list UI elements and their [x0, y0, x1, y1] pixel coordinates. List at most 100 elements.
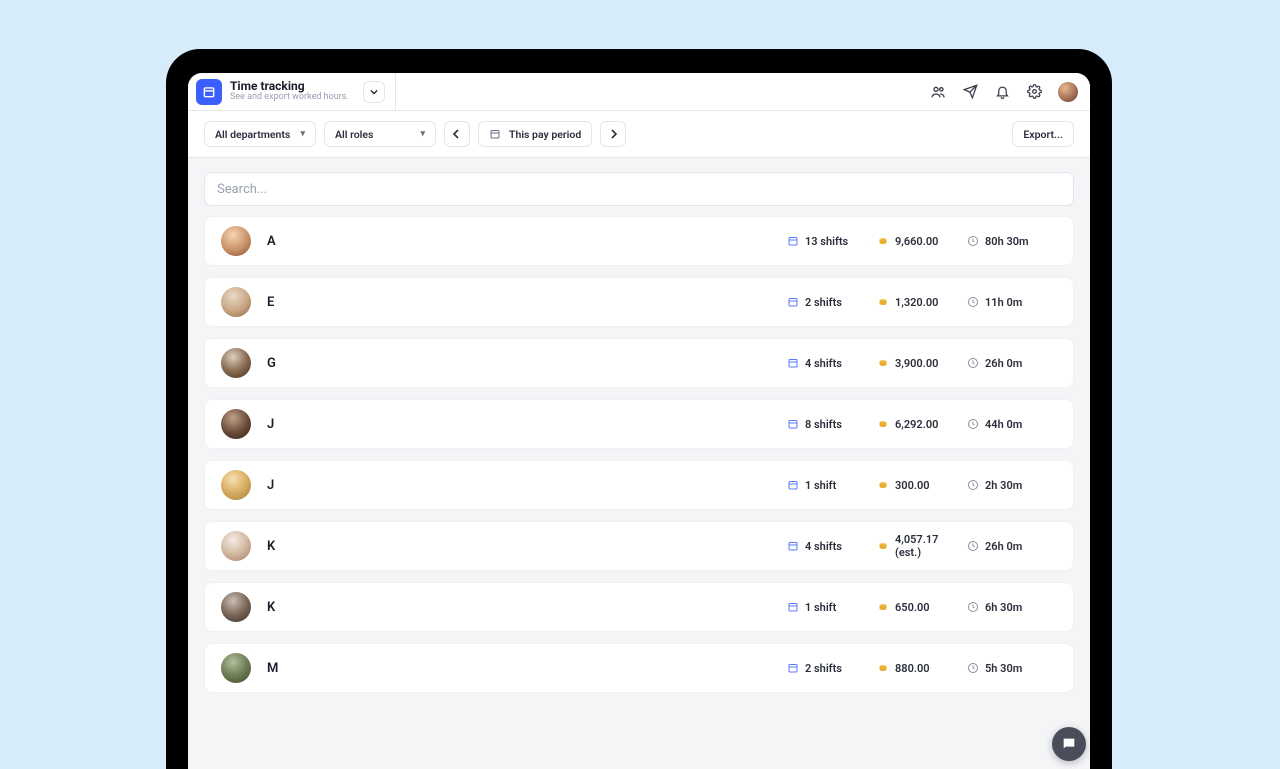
employee-row[interactable]: G4 shifts3,900.0026h 0m: [204, 338, 1074, 388]
hours-stat: 6h 30m: [967, 601, 1057, 614]
calendar-icon: [787, 479, 799, 491]
coins-icon: [877, 357, 889, 369]
clock-icon: [967, 235, 979, 247]
chat-widget[interactable]: [1052, 727, 1086, 761]
shifts-stat: 8 shifts: [787, 418, 877, 431]
period-next-button[interactable]: [600, 121, 626, 147]
employee-list: A13 shifts9,660.0080h 30mE2 shifts1,320.…: [204, 216, 1074, 704]
employee-avatar: [221, 348, 251, 378]
period-label: This pay period: [509, 128, 581, 141]
employee-row[interactable]: A13 shifts9,660.0080h 30m: [204, 216, 1074, 266]
employee-avatar: [221, 653, 251, 683]
employee-name: J: [267, 478, 787, 493]
employee-name: A: [267, 234, 787, 249]
employee-avatar: [221, 409, 251, 439]
employee-name: E: [267, 295, 787, 310]
shifts-stat: 2 shifts: [787, 662, 877, 675]
coins-icon: [877, 662, 889, 674]
pay-stat: 300.00: [877, 479, 967, 492]
pay-stat: 6,292.00: [877, 418, 967, 431]
clock-icon: [967, 418, 979, 430]
hours-stat: 26h 0m: [967, 540, 1057, 553]
calendar-icon: [787, 662, 799, 674]
coins-icon: [877, 540, 889, 552]
hours-stat: 5h 30m: [967, 662, 1057, 675]
employee-avatar: [221, 592, 251, 622]
shifts-stat: 13 shifts: [787, 235, 877, 248]
clock-icon: [967, 357, 979, 369]
calendar-icon: [787, 540, 799, 552]
export-button[interactable]: Export...: [1012, 121, 1074, 147]
period-prev-button[interactable]: [444, 121, 470, 147]
employee-name: K: [267, 600, 787, 615]
search-placeholder: Search...: [217, 182, 267, 197]
employee-avatar: [221, 226, 251, 256]
employee-row[interactable]: J1 shift300.002h 30m: [204, 460, 1074, 510]
pay-stat: 880.00: [877, 662, 967, 675]
app-screen: Time tracking See and export worked hour…: [188, 73, 1090, 769]
search-input[interactable]: Search...: [204, 172, 1074, 206]
roles-filter-label: All roles: [335, 128, 373, 141]
employee-row[interactable]: M2 shifts880.005h 30m: [204, 643, 1074, 693]
employee-name: J: [267, 417, 787, 432]
shifts-stat: 1 shift: [787, 601, 877, 614]
coins-icon: [877, 235, 889, 247]
employee-avatar: [221, 287, 251, 317]
departments-filter[interactable]: All departments ▾: [204, 121, 316, 147]
clock-icon: [967, 479, 979, 491]
period-picker[interactable]: This pay period: [478, 121, 592, 147]
employee-avatar: [221, 470, 251, 500]
team-icon[interactable]: [930, 84, 946, 100]
shifts-stat: 4 shifts: [787, 540, 877, 553]
calendar-icon: [787, 235, 799, 247]
coins-icon: [877, 296, 889, 308]
hours-stat: 2h 30m: [967, 479, 1057, 492]
coins-icon: [877, 418, 889, 430]
coins-icon: [877, 479, 889, 491]
employee-avatar: [221, 531, 251, 561]
hours-stat: 44h 0m: [967, 418, 1057, 431]
departments-filter-label: All departments: [215, 128, 290, 141]
employee-name: M: [267, 661, 787, 676]
filter-bar: All departments ▾ All roles ▾ This pay p…: [188, 111, 1090, 158]
clock-icon: [967, 540, 979, 552]
calendar-icon: [787, 418, 799, 430]
content-area: Search... A13 shifts9,660.0080h 30mE2 sh…: [188, 158, 1090, 718]
calendar-icon: [787, 357, 799, 369]
calendar-icon: [787, 296, 799, 308]
pay-stat: 3,900.00: [877, 357, 967, 370]
clock-icon: [967, 296, 979, 308]
topbar: Time tracking See and export worked hour…: [188, 73, 1090, 111]
clock-icon: [967, 662, 979, 674]
calendar-icon: [489, 128, 501, 140]
coins-icon: [877, 601, 889, 613]
hours-stat: 26h 0m: [967, 357, 1057, 370]
roles-filter[interactable]: All roles ▾: [324, 121, 436, 147]
pay-stat: 650.00: [877, 601, 967, 614]
chevron-down-icon: ▾: [300, 129, 305, 139]
hours-stat: 80h 30m: [967, 235, 1057, 248]
page-switcher[interactable]: Time tracking See and export worked hour…: [196, 73, 396, 110]
time-tracking-app-icon: [196, 79, 222, 105]
pay-stat: 1,320.00: [877, 296, 967, 309]
employee-row[interactable]: K4 shifts4,057.17 (est.)26h 0m: [204, 521, 1074, 571]
clock-icon: [967, 601, 979, 613]
export-button-label: Export...: [1023, 128, 1063, 141]
page-subtitle: See and export worked hours.: [230, 93, 349, 103]
employee-name: K: [267, 539, 787, 554]
employee-row[interactable]: K1 shift650.006h 30m: [204, 582, 1074, 632]
pay-stat: 4,057.17 (est.): [877, 533, 967, 559]
calendar-icon: [787, 601, 799, 613]
shifts-stat: 2 shifts: [787, 296, 877, 309]
chevron-down-icon: ▾: [420, 129, 425, 139]
bell-icon[interactable]: [994, 84, 1010, 100]
employee-row[interactable]: E2 shifts1,320.0011h 0m: [204, 277, 1074, 327]
page-switcher-toggle[interactable]: [363, 81, 385, 103]
gear-icon[interactable]: [1026, 84, 1042, 100]
pay-stat: 9,660.00: [877, 235, 967, 248]
employee-row[interactable]: J8 shifts6,292.0044h 0m: [204, 399, 1074, 449]
hours-stat: 11h 0m: [967, 296, 1057, 309]
send-icon[interactable]: [962, 84, 978, 100]
shifts-stat: 4 shifts: [787, 357, 877, 370]
user-avatar[interactable]: [1058, 82, 1078, 102]
